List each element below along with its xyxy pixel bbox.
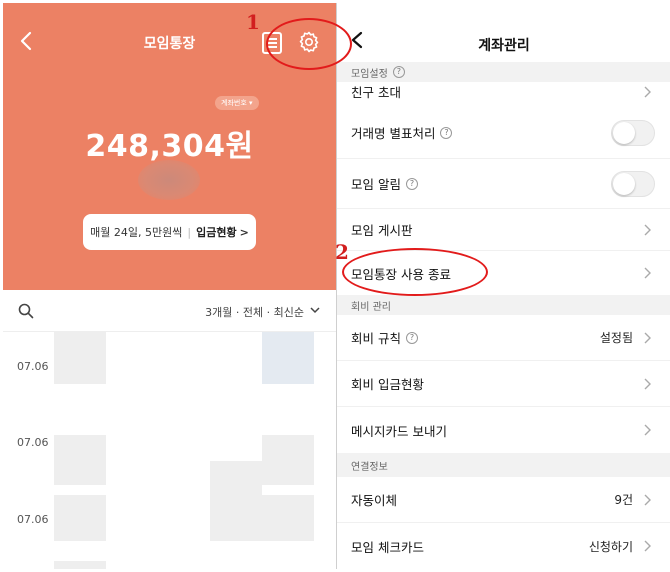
- filter-summary[interactable]: 3개월 · 전체 · 최신순: [205, 304, 304, 320]
- redacted-block: [54, 332, 106, 384]
- toggle-knob: [613, 121, 635, 144]
- chevron-right-icon: [644, 540, 651, 552]
- redacted-block: [262, 332, 314, 384]
- chevron-right-icon: [644, 378, 651, 389]
- help-icon[interactable]: ?: [440, 126, 453, 139]
- section-header-connection-info: 연결정보: [337, 453, 670, 477]
- section-header-group-settings: 모임설정?: [337, 62, 670, 82]
- chevron-down-icon[interactable]: [310, 306, 320, 314]
- row-fee-deposit-status[interactable]: 회비 입금현황: [337, 361, 670, 407]
- redacted-block: [262, 435, 314, 485]
- help-icon[interactable]: ?: [405, 331, 418, 344]
- redacted-block: [262, 495, 314, 541]
- chevron-right-icon: [644, 86, 651, 98]
- transaction-filter-bar: 3개월 · 전체 · 최신순: [3, 290, 336, 332]
- chevron-right-icon: [644, 332, 651, 343]
- fee-rules-value: 설정됨: [599, 331, 633, 345]
- redacted-block: [54, 435, 106, 485]
- redacted-block: [54, 495, 106, 541]
- transaction-date: 07.06: [17, 436, 49, 449]
- transaction-date: 07.06: [17, 360, 49, 373]
- annotation-number-1: 1: [246, 10, 260, 34]
- annotation-number-2: 2: [335, 240, 349, 264]
- group-account-screen: 모임통장 계좌번호 ▾ 248,304원 매월 24일, 5만원씩 | 입금현황…: [3, 3, 336, 569]
- chevron-right-icon: [644, 494, 651, 505]
- row-group-alert: 모임 알림?: [337, 159, 670, 209]
- row-fee-rules[interactable]: 회비 규칙? 설정됨: [337, 315, 670, 361]
- chevron-right-icon: >: [239, 225, 249, 239]
- annotation-circle-end-usage: [342, 248, 488, 296]
- row-auto-transfer[interactable]: 자동이체 9건: [337, 477, 670, 523]
- chevron-right-icon: [644, 424, 651, 436]
- help-icon[interactable]: ?: [405, 177, 418, 190]
- row-group-check-card[interactable]: 모임 체크카드 신청하기: [337, 523, 670, 569]
- row-send-message-card[interactable]: 메시지카드 보내기: [337, 407, 670, 453]
- account-number-pill[interactable]: 계좌번호 ▾: [215, 96, 259, 110]
- chevron-right-icon: [644, 267, 651, 279]
- auto-transfer-count: 9건: [614, 493, 633, 507]
- blurred-avatar: [138, 160, 200, 200]
- deposit-status-label: 입금현황: [196, 226, 237, 239]
- section-header-fee-management: 회비 관리: [337, 295, 670, 315]
- page-title: 계좌관리: [478, 38, 530, 54]
- redacted-block: [54, 561, 106, 569]
- group-alert-toggle[interactable]: [611, 170, 655, 197]
- deposit-schedule: 매월 24일, 5만원씩: [90, 226, 183, 239]
- help-icon[interactable]: ?: [392, 66, 405, 78]
- row-transaction-name-separate: 거래명 별표처리?: [337, 107, 670, 159]
- balance-amount: 248,304원: [85, 129, 254, 164]
- transaction-row[interactable]: 07.06: [3, 332, 336, 402]
- chevron-right-icon: [644, 224, 651, 235]
- transaction-row[interactable]: 07.06: [3, 483, 336, 569]
- transaction-date: 07.06: [17, 513, 49, 526]
- check-card-value: 신청하기: [588, 539, 633, 554]
- deposit-status-card[interactable]: 매월 24일, 5만원씩 | 입금현황 >: [83, 214, 256, 250]
- search-icon[interactable]: [18, 303, 34, 319]
- transaction-name-toggle[interactable]: [611, 119, 655, 146]
- row-group-board[interactable]: 모임 게시판: [337, 209, 670, 251]
- account-management-header: 계좌관리: [337, 3, 670, 61]
- transaction-row[interactable]: 07.06: [3, 403, 336, 541]
- annotation-circle-settings: [266, 18, 352, 70]
- toggle-knob: [613, 172, 635, 195]
- row-invite-friends[interactable]: 친구 초대: [337, 82, 670, 104]
- divider: |: [187, 225, 192, 239]
